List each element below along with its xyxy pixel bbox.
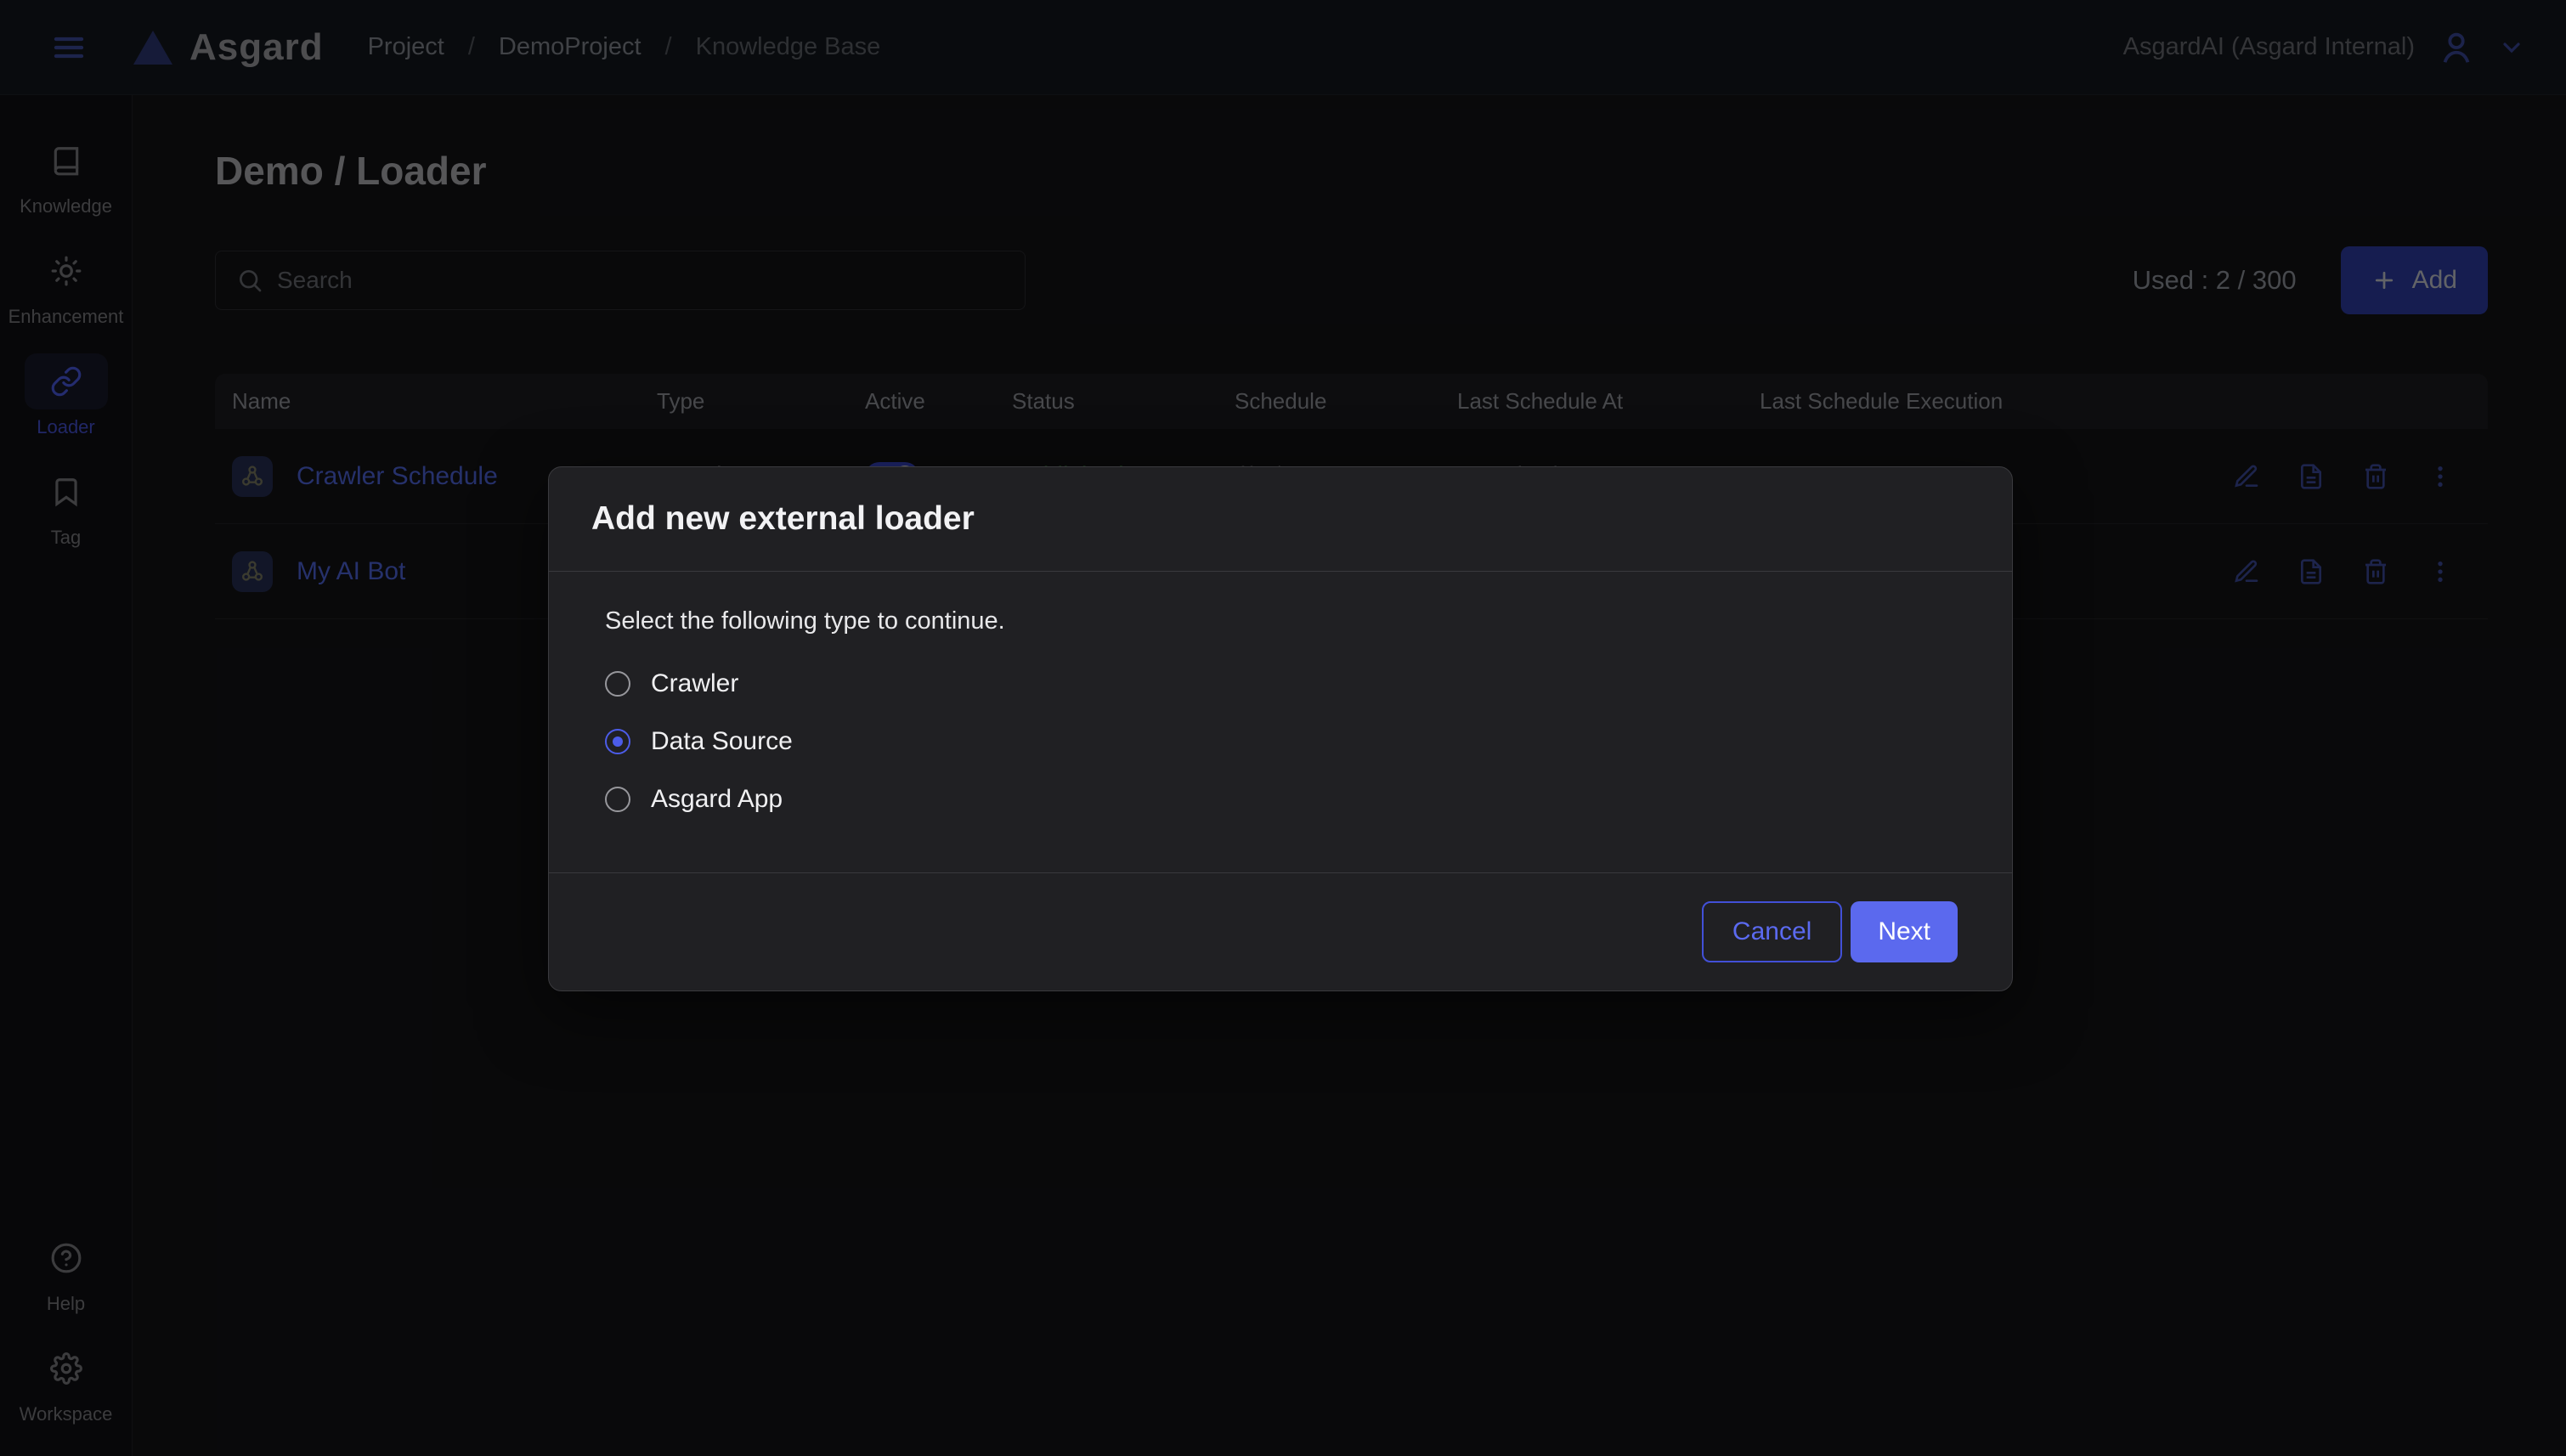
radio-label: Crawler [651,669,738,698]
radio-button[interactable] [605,729,630,754]
cancel-button[interactable]: Cancel [1702,901,1842,962]
radio-button[interactable] [605,671,630,697]
modal-prompt: Select the following type to continue. [605,607,1956,635]
modal-title: Add new external loader [591,500,975,538]
radio-label: Asgard App [651,785,783,814]
radio-option-data-source[interactable]: Data Source [605,727,1956,756]
radio-option-crawler[interactable]: Crawler [605,669,1956,698]
radio-label: Data Source [651,727,793,756]
modal-body: Select the following type to continue. C… [549,572,2012,872]
next-button[interactable]: Next [1851,901,1958,962]
radio-option-asgard-app[interactable]: Asgard App [605,785,1956,814]
modal-footer: Cancel Next [549,872,2012,990]
radio-button[interactable] [605,787,630,812]
app-screen: Asgard Project / DemoProject / Knowledge… [0,0,2566,1456]
modal-header: Add new external loader [549,467,2012,572]
add-loader-modal: Add new external loader Select the follo… [548,466,2013,991]
